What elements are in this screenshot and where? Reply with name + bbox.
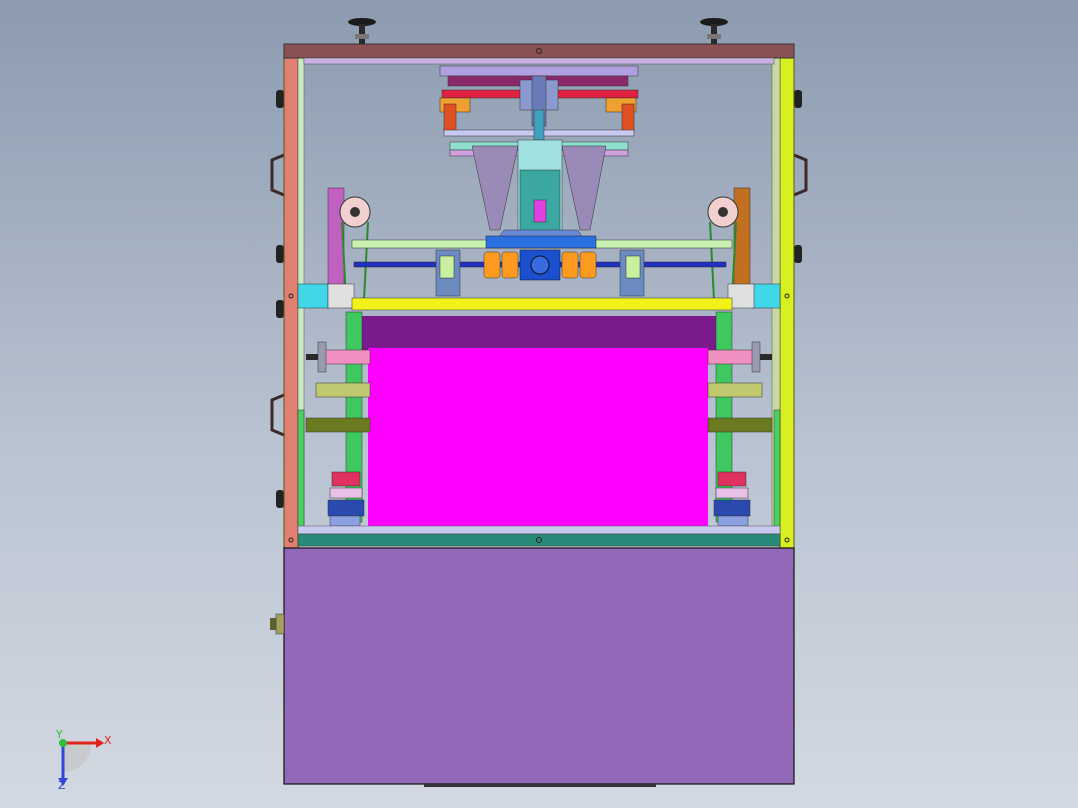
machine-drawing: X Y Z [55,18,808,792]
handwheel-left[interactable] [348,18,376,44]
x-arrowhead [96,738,104,748]
x-axis-label: X [104,734,112,747]
y-axis-label: Y [55,728,63,741]
drive-assembly [351,235,733,297]
right-bracket [751,283,781,309]
film-top-shade [362,316,716,350]
right-side-handles [793,90,808,263]
film-sheet [368,348,708,534]
z-axis-label: Z [58,779,66,792]
frame-right-post [779,43,795,549]
left-side-handles [270,90,285,508]
frame-top-rail [303,57,775,65]
left-bracket [297,283,329,309]
frame-left-post [283,43,299,549]
cabinet-knob[interactable] [270,613,285,635]
center-column [471,139,607,245]
handwheel-right[interactable] [700,18,728,44]
base-cabinet [283,547,795,785]
frame-bottom-beam [297,533,781,547]
main-cross-bar [351,297,733,311]
frame-top-beam [283,43,795,59]
cad-viewport[interactable]: X Y Z [0,0,1078,808]
coordinate-triad: X Y Z [55,728,112,792]
